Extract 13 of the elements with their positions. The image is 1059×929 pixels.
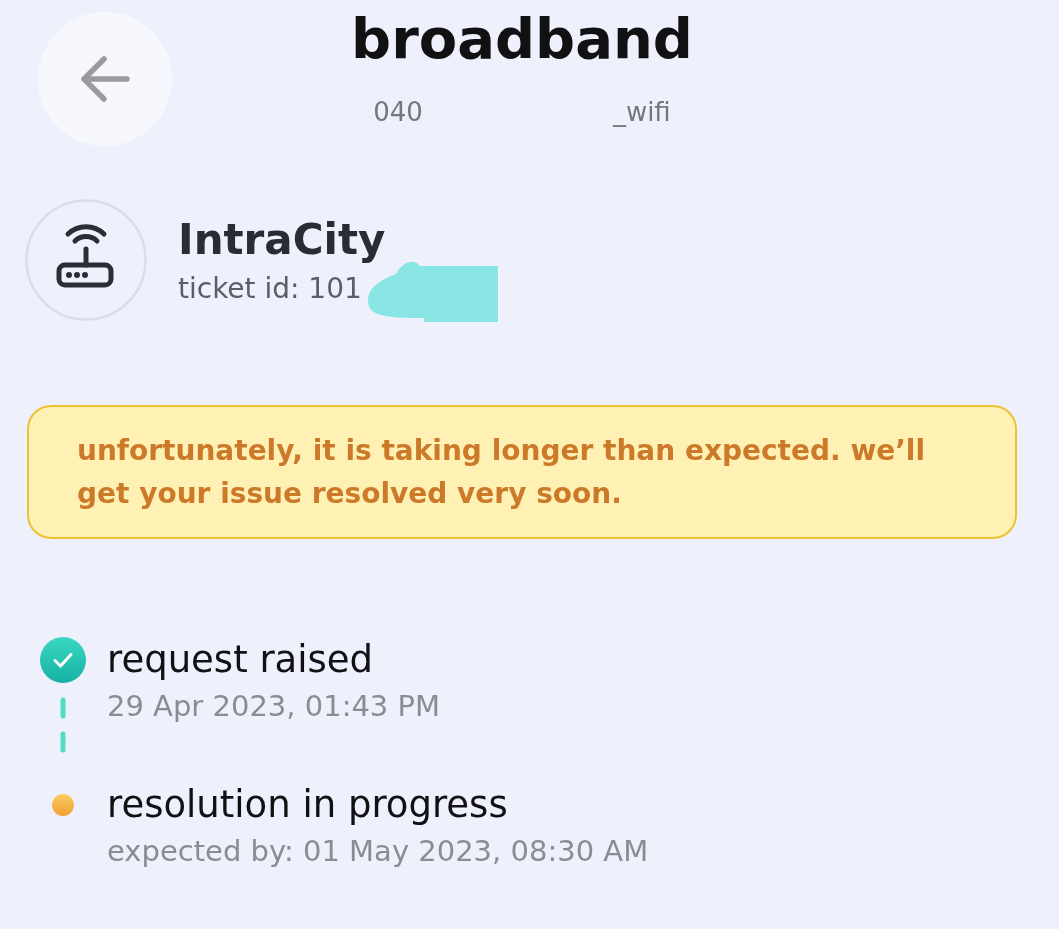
router-icon: [25, 199, 147, 321]
ticket-id: ticket id: 101: [178, 271, 362, 306]
step-time: 29 Apr 2023, 01:43 PM: [107, 688, 441, 724]
step-title: resolution in progress: [107, 782, 509, 828]
page-title: broadband: [351, 7, 693, 71]
connector-line: [60, 697, 66, 753]
step-title: request raised: [107, 637, 375, 683]
connection-id: 040: [373, 96, 423, 128]
provider-name: IntraCity: [178, 214, 387, 265]
arrow-left-icon: [80, 56, 130, 102]
notice-text: unfortunately, it is taking longer than expected. we’ll get your issue resolved very soon.: [77, 433, 927, 512]
connection-id-suffix: _wifi: [612, 96, 671, 128]
step-time: expected by: 01 May 2023, 08:30 AM: [107, 833, 649, 869]
